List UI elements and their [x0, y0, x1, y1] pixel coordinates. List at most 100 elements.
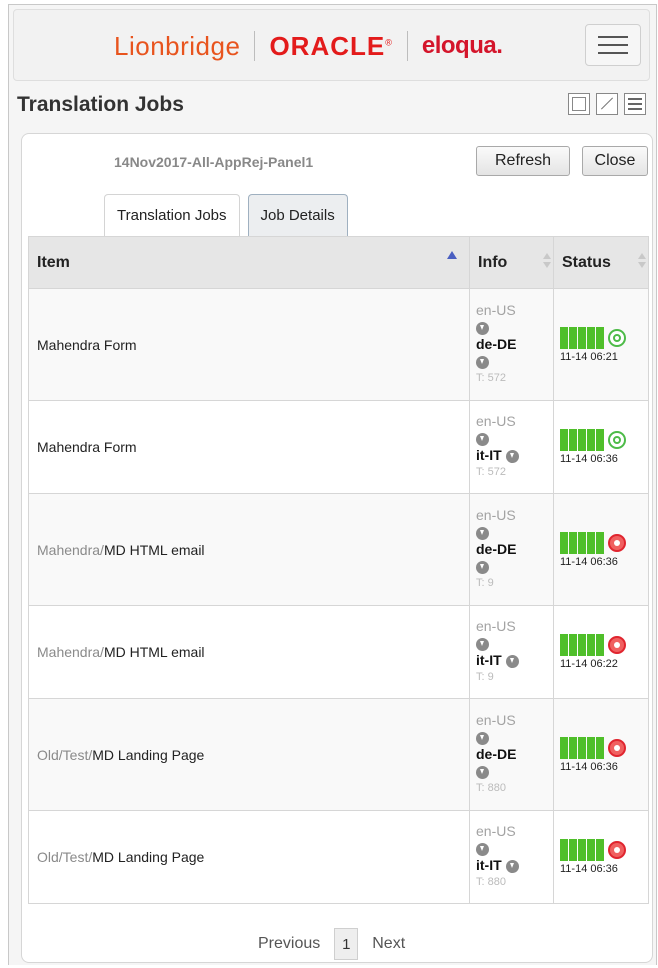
status-cell: 11-14 06:36 — [553, 810, 649, 904]
progress-bar — [560, 736, 604, 759]
title-bar: Translation Jobs — [13, 91, 650, 125]
token-count: T: 880 — [476, 876, 506, 888]
previous-page-button[interactable]: Previous — [258, 935, 320, 953]
download-source-icon[interactable] — [476, 637, 489, 651]
table-header-row: Item Info Status — [28, 236, 649, 289]
status-ok-icon[interactable] — [608, 431, 626, 449]
target-locale: de-DE — [476, 541, 517, 557]
status-timestamp: 11-14 06:36 — [560, 555, 618, 568]
table-row[interactable]: Old/Test/MD Landing Page en-US it-IT T: 88… — [28, 810, 649, 904]
lionbridge-logo: Lionbridge — [114, 30, 241, 61]
source-locale: en-US — [476, 823, 516, 839]
download-source-icon[interactable] — [476, 526, 489, 540]
fit-frame-icon[interactable] — [568, 93, 590, 115]
table-row[interactable]: Mahendra Form en-US de-DE T: 572 11-14 06:21 — [28, 288, 649, 401]
download-target-icon[interactable] — [505, 859, 519, 873]
column-header-item[interactable]: Item — [28, 236, 470, 289]
brand-header: Lionbridge ORACLE® eloqua. — [13, 9, 650, 81]
logo-divider — [254, 31, 256, 61]
item-name: MD Landing Page — [92, 746, 205, 763]
list-menu-icon[interactable] — [624, 93, 646, 115]
next-page-button[interactable]: Next — [372, 935, 405, 953]
download-source-icon[interactable] — [476, 842, 489, 856]
status-error-icon[interactable] — [608, 533, 626, 552]
target-locale: it-IT — [476, 447, 502, 463]
target-locale: de-DE — [476, 746, 517, 762]
app-frame: Lionbridge ORACLE® eloqua. Translation J… — [8, 4, 657, 965]
token-count: T: 572 — [476, 372, 506, 384]
pagination: Previous 1 Next — [258, 928, 405, 960]
oracle-logo: ORACLE® — [269, 30, 393, 61]
source-locale: en-US — [476, 618, 516, 634]
item-cell: Mahendra Form — [28, 288, 470, 401]
status-timestamp: 11-14 06:36 — [560, 863, 618, 875]
info-cell: en-US de-DE T: 9 — [469, 493, 554, 606]
page-number-button[interactable]: 1 — [334, 928, 359, 960]
token-count: T: 9 — [476, 577, 494, 589]
info-cell: en-US de-DE T: 880 — [469, 698, 554, 811]
hamburger-menu-button[interactable] — [585, 24, 641, 66]
info-cell: en-US it-IT T: 880 — [469, 810, 554, 904]
download-source-icon[interactable] — [476, 731, 489, 745]
status-error-icon[interactable] — [608, 841, 626, 859]
item-cell: Mahendra Form — [28, 400, 470, 494]
item-cell: Old/Test/MD Landing Page — [28, 810, 470, 904]
download-source-icon[interactable] — [476, 432, 489, 446]
status-timestamp: 11-14 06:21 — [560, 350, 618, 363]
item-path: Mahendra/ — [37, 644, 104, 660]
target-locale: it-IT — [476, 652, 502, 668]
table-row[interactable]: Old/Test/MD Landing Page en-US de-DE T: 880… — [28, 698, 649, 811]
tab-translation-jobs[interactable]: Translation Jobs — [104, 194, 240, 236]
source-locale: en-US — [476, 413, 516, 429]
status-cell: 11-14 06:22 — [553, 605, 649, 699]
status-ok-icon[interactable] — [608, 328, 626, 347]
download-target-icon[interactable] — [476, 560, 489, 574]
table-row[interactable]: Mahendra Form en-US it-IT T: 572 11-14 06:3… — [28, 400, 649, 494]
download-target-icon[interactable] — [476, 355, 489, 369]
eloqua-logo: eloqua. — [421, 32, 503, 59]
status-timestamp: 11-14 06:36 — [560, 760, 618, 773]
target-locale: it-IT — [476, 857, 502, 873]
item-cell: Old/Test/MD Landing Page — [28, 698, 470, 811]
token-count: T: 572 — [476, 466, 506, 478]
logo-divider — [406, 31, 408, 61]
status-timestamp: 11-14 06:22 — [560, 658, 618, 670]
status-timestamp: 11-14 06:36 — [560, 453, 618, 465]
job-name: 14Nov2017-All-AppRej-Panel1 — [114, 154, 314, 170]
column-header-info[interactable]: Info — [469, 236, 554, 289]
token-count: T: 880 — [476, 782, 506, 794]
item-name: MD HTML email — [103, 644, 205, 660]
status-error-icon[interactable] — [608, 738, 626, 757]
item-path: Mahendra/ — [37, 541, 104, 558]
tab-job-details[interactable]: Job Details — [247, 194, 348, 236]
table-row[interactable]: Mahendra/MD HTML email en-US de-DE T: 9 11-1… — [28, 493, 649, 606]
close-button[interactable]: Close — [582, 146, 648, 176]
job-details-table: Item Info Status Mahendra Form en-US de-DE… — [28, 236, 649, 904]
hamburger-icon — [598, 36, 628, 38]
progress-bar — [560, 839, 604, 861]
item-name: MD Landing Page — [92, 849, 205, 865]
status-cell: 11-14 06:36 — [553, 493, 649, 606]
status-cell: 11-14 06:36 — [553, 400, 649, 494]
expand-icon[interactable] — [596, 93, 618, 115]
item-path: Old/Test/ — [37, 849, 93, 865]
progress-bar — [560, 531, 604, 554]
target-locale: de-DE — [476, 336, 517, 352]
progress-bar — [560, 326, 604, 349]
item-name: Mahendra Form — [37, 439, 137, 455]
status-error-icon[interactable] — [608, 636, 626, 654]
status-cell: 11-14 06:36 — [553, 698, 649, 811]
item-path: Old/Test/ — [37, 746, 93, 763]
download-source-icon[interactable] — [476, 321, 489, 335]
download-target-icon[interactable] — [476, 765, 489, 779]
table-row[interactable]: Mahendra/MD HTML email en-US it-IT T: 9 11-… — [28, 605, 649, 699]
refresh-button[interactable]: Refresh — [476, 146, 570, 176]
info-cell: en-US it-IT T: 9 — [469, 605, 554, 699]
download-target-icon[interactable] — [505, 449, 519, 463]
tab-bar: Translation Jobs Job Details — [104, 194, 348, 236]
info-cell: en-US de-DE T: 572 — [469, 288, 554, 401]
item-name: MD HTML email — [103, 541, 205, 558]
column-header-status[interactable]: Status — [553, 236, 649, 289]
info-cell: en-US it-IT T: 572 — [469, 400, 554, 494]
download-target-icon[interactable] — [505, 654, 519, 668]
